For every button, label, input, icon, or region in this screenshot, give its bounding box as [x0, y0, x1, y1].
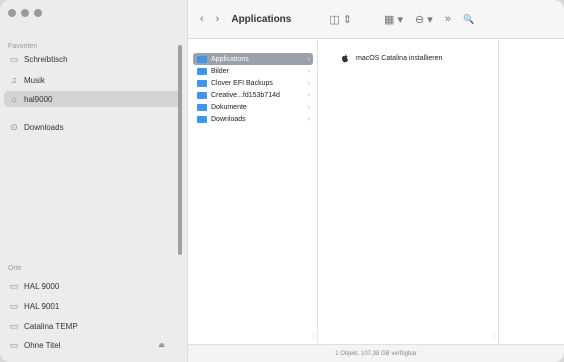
view-columns-button[interactable]: ◫ ⇕ — [329, 13, 352, 26]
folder-icon — [197, 91, 207, 99]
sidebar-item-hal-9001[interactable]: ▭ HAL 9001 — [8, 298, 178, 314]
folder-icon — [197, 103, 207, 111]
locations-header: Orte — [8, 265, 22, 272]
list-item-bilder[interactable]: Bilder › — [189, 65, 317, 77]
column-resize-handle[interactable]: ⁞ — [312, 334, 314, 340]
column-applications: macOS Catalina installieren ⁞ — [318, 39, 499, 344]
zoom-button[interactable] — [34, 9, 42, 17]
list-item-creative[interactable]: Creative...fd153b714d › — [189, 89, 317, 101]
sidebar-item-label: Musik — [24, 75, 45, 85]
list-item-label: macOS Catalina installieren — [356, 54, 443, 62]
drive-icon: ▭ — [9, 320, 19, 331]
home-icon: ⌂ — [11, 94, 17, 104]
back-button[interactable]: ‹ — [200, 13, 204, 25]
toolbar: ‹ › Applications ◫ ⇕ ▦ ▾ ⊖ ▾ » 🔍 — [188, 0, 564, 39]
sidebar: Favoriten ▭ Schreibtisch ♫ Musik ⌂ hal90… — [0, 0, 188, 362]
minimize-button[interactable] — [21, 9, 29, 17]
list-item-label: Downloads — [211, 115, 246, 123]
chevron-right-icon: › — [307, 67, 310, 75]
more-toolbar-icon[interactable]: » — [445, 13, 451, 25]
sidebar-item-catalina-temp[interactable]: ▭ Catalina TEMP — [8, 318, 178, 334]
chevron-right-icon: › — [307, 91, 310, 99]
window-title: Applications — [231, 13, 292, 25]
chevron-right-icon: › — [307, 103, 310, 111]
window-controls — [8, 9, 42, 17]
column-resize-handle[interactable]: ⁞ — [493, 334, 495, 340]
search-icon[interactable]: 🔍 — [463, 14, 474, 25]
drive-icon: ▭ — [9, 280, 19, 291]
chevron-right-icon: › — [307, 115, 310, 123]
list-item-dokumente[interactable]: Dokumente › — [189, 101, 317, 113]
sidebar-scrollbar[interactable] — [178, 45, 182, 255]
list-item-label: Bilder — [211, 67, 229, 75]
list-item-label: Clover EFI Backups — [211, 79, 273, 87]
sidebar-item-hal-9000[interactable]: ▭ HAL 9000 — [8, 278, 178, 294]
sidebar-item-hal9000[interactable]: ⌂ hal9000 — [4, 91, 182, 107]
list-item-label: Creative...fd153b714d — [211, 91, 280, 99]
finder-window: Favoriten ▭ Schreibtisch ♫ Musik ⌂ hal90… — [0, 0, 564, 362]
sidebar-item-label: Schreibtisch — [24, 54, 68, 64]
drive-icon: ▭ — [9, 339, 19, 350]
sidebar-item-label: Catalina TEMP — [24, 321, 78, 331]
sidebar-item-label: HAL 9000 — [24, 281, 60, 291]
list-item-label: Dokumente — [211, 103, 247, 111]
music-icon: ♫ — [10, 75, 18, 85]
eject-icon[interactable]: ⏏ — [158, 341, 165, 349]
sidebar-item-downloads[interactable]: ⊙ Downloads — [8, 119, 178, 135]
folder-icon — [197, 67, 207, 75]
close-button[interactable] — [8, 9, 16, 17]
desktop-icon: ▭ — [9, 53, 19, 64]
sidebar-item-label: Downloads — [24, 122, 64, 132]
list-item-applications[interactable]: Applications › — [193, 53, 313, 65]
sidebar-item-schreibtisch[interactable]: ▭ Schreibtisch — [8, 51, 178, 67]
folder-icon — [197, 79, 207, 87]
sidebar-item-musik[interactable]: ♫ Musik — [8, 72, 178, 88]
sidebar-item-label: HAL 9001 — [24, 301, 60, 311]
apple-icon — [342, 53, 348, 62]
sidebar-item-label: Ohne Titel — [24, 340, 61, 350]
column-applications-parent: Applications › Bilder › Clover EFI Backu… — [189, 39, 318, 344]
list-item-macos-installer[interactable]: macOS Catalina installieren — [318, 52, 498, 64]
downloads-icon: ⊙ — [10, 121, 18, 132]
chevron-right-icon: › — [307, 79, 310, 87]
favorites-header: Favoriten — [8, 43, 38, 50]
group-button[interactable]: ▦ ▾ — [384, 13, 403, 26]
list-item-label: Applications — [211, 55, 249, 63]
sidebar-item-ohne-titel[interactable]: ▭ Ohne Titel — [8, 337, 178, 353]
status-bar: 1 Objekt, 107,38 GB verfügbar — [188, 344, 564, 362]
folder-icon — [197, 55, 207, 63]
forward-button[interactable]: › — [216, 13, 220, 25]
drive-icon: ▭ — [9, 300, 19, 311]
action-button[interactable]: ⊖ ▾ — [415, 13, 433, 26]
folder-icon — [197, 115, 207, 123]
sidebar-item-label: hal9000 — [24, 94, 53, 104]
column-empty — [499, 39, 564, 344]
chevron-right-icon: › — [307, 55, 310, 63]
list-item-downloads[interactable]: Downloads › — [189, 113, 317, 125]
list-item-clover[interactable]: Clover EFI Backups › — [189, 77, 317, 89]
